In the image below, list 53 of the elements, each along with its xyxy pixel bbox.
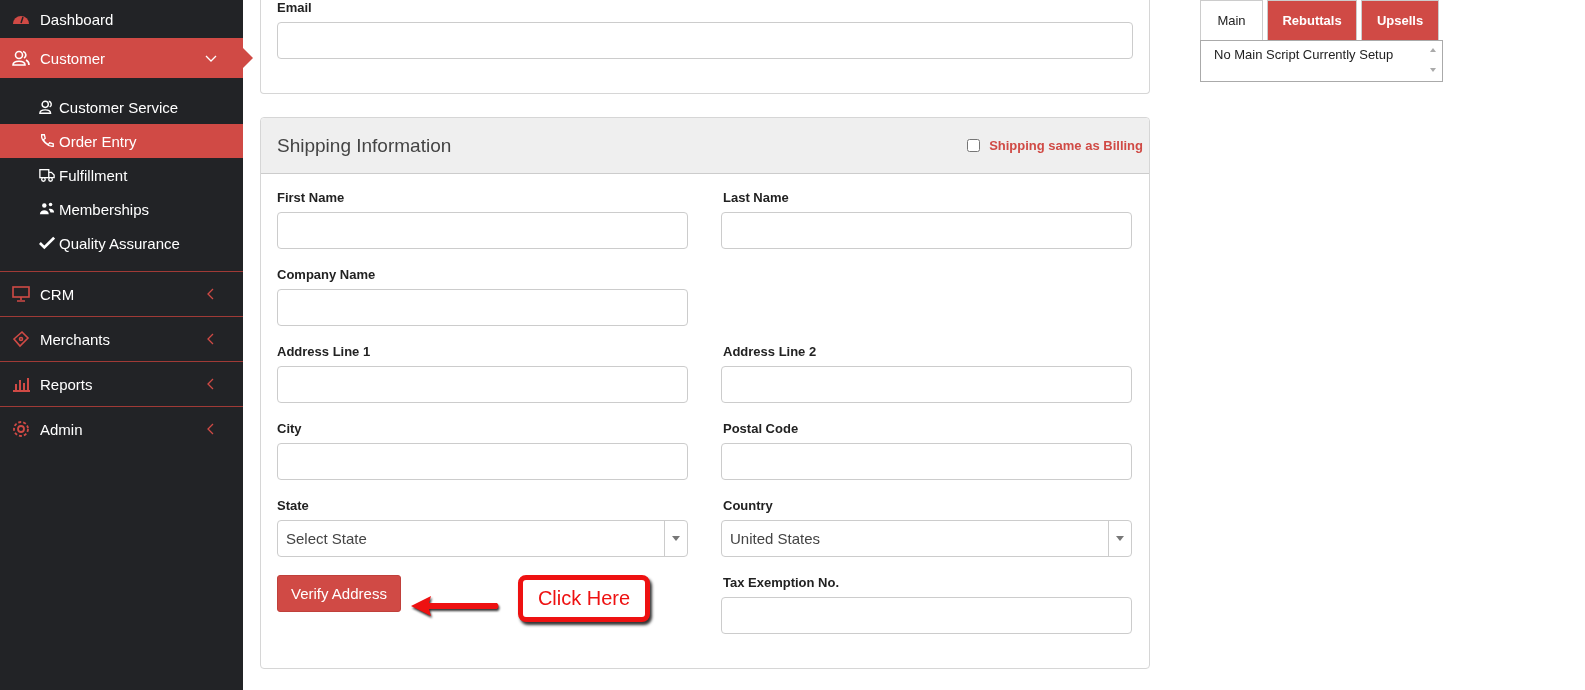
text-input[interactable] [721,366,1132,403]
sidebar-item[interactable]: Reports [0,361,243,406]
field-label: Tax Exemption No. [723,575,841,591]
sidebar-item[interactable]: Admin [0,406,243,451]
sidebar-item[interactable]: Dashboard [0,0,243,38]
checkbox-label: Shipping same as Billing [989,138,1143,153]
text-input[interactable] [721,443,1132,480]
field-label: Last Name [723,190,790,206]
group-icon [39,201,55,217]
truck-icon [39,167,55,183]
tab[interactable]: Rebuttals [1267,0,1357,40]
text-input[interactable] [277,443,688,480]
text-input[interactable] [277,212,688,249]
submenu-item[interactable]: Quality Assurance [0,226,243,260]
field-label: Postal Code [723,421,800,437]
email-input[interactable] [277,22,1133,59]
caret-icon [672,536,680,541]
submenu-item[interactable]: Memberships [0,192,243,226]
field-label: City [277,421,303,437]
card-title: Shipping Information [277,134,452,157]
select-field[interactable]: United States [721,520,1132,557]
field-label: Address Line 2 [723,344,818,360]
field-label: Company Name [277,267,377,283]
tab[interactable]: Main [1200,0,1263,40]
users-icon [39,99,55,115]
field-label: Address Line 1 [277,344,372,360]
submenu-item[interactable]: Order Entry [0,124,243,158]
text-input[interactable] [277,366,688,403]
callout-label: Click Here [517,575,651,622]
checkmark-icon [39,235,55,251]
script-text: No Main Script Currently Setup [1214,47,1394,64]
gear-icon [12,420,30,438]
select-field[interactable]: Select State [277,520,688,557]
monitor-icon [12,285,30,303]
field-label: Country [723,498,774,514]
text-input[interactable] [277,289,688,326]
caret-icon [1116,536,1124,541]
tab[interactable]: Upsells [1361,0,1439,40]
users-icon [12,49,30,67]
field-label: First Name [277,190,346,206]
sidebar-item[interactable]: CRM [0,271,243,316]
text-input[interactable] [721,212,1132,249]
submenu-item[interactable]: Customer Service [0,90,243,124]
ticket-icon [12,330,30,348]
submenu-item[interactable]: Fulfillment [0,158,243,192]
text-input[interactable] [721,597,1132,634]
phone-icon [39,133,55,149]
bar-chart-icon [12,375,30,393]
field-label: Email [277,0,313,16]
verify-address-button[interactable]: Verify Address [277,575,401,612]
checkbox[interactable] [967,139,981,152]
field-label: State [277,498,310,514]
sidebar-item[interactable]: Merchants [0,316,243,361]
